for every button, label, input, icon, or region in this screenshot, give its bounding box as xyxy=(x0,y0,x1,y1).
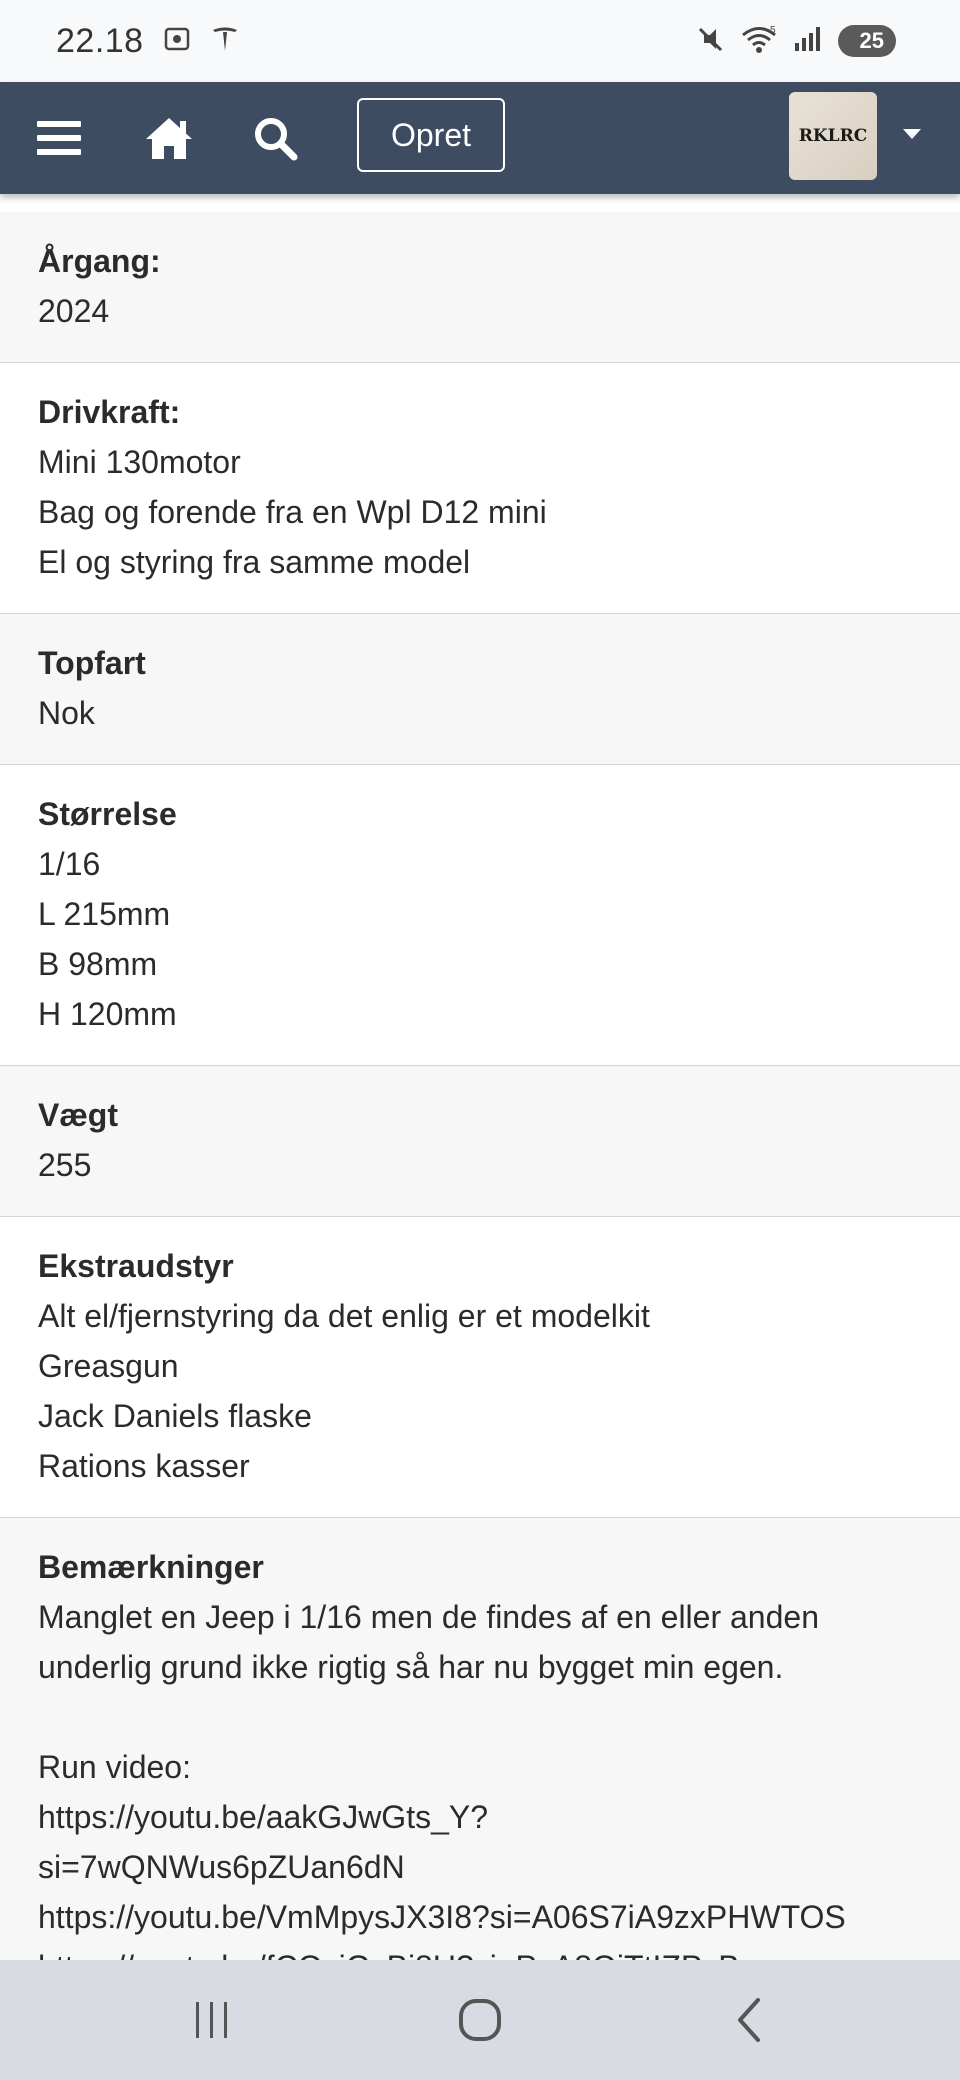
search-icon[interactable] xyxy=(244,82,306,194)
video-link[interactable]: https://youtu.be/aakGJwGts_Y? xyxy=(38,1792,922,1842)
section-label: Årgang: xyxy=(38,243,161,279)
section-value: 1/16 xyxy=(38,846,101,882)
section-top-speed: Topfart Nok xyxy=(0,614,960,765)
section-value: 2024 xyxy=(38,293,110,329)
screenshot-icon xyxy=(162,24,192,59)
avatar[interactable]: RKLRC xyxy=(789,92,877,180)
section-weight: Vægt 255 xyxy=(0,1066,960,1217)
section-value: Manglet en Jeep i 1/16 men de findes af … xyxy=(38,1599,819,1635)
top-navbar: Opret RKLRC xyxy=(0,82,960,194)
wifi-icon: 5 xyxy=(740,23,778,60)
svg-text:5: 5 xyxy=(770,25,776,36)
status-bar: 22.18 5 25 xyxy=(0,0,960,82)
section-remarks: Bemærkninger Manglet en Jeep i 1/16 men … xyxy=(0,1518,960,2018)
section-value: Mini 130motor xyxy=(38,444,241,480)
section-value: Rations kasser xyxy=(38,1448,250,1484)
mute-icon xyxy=(694,23,726,60)
section-value: Bag og forende fra en Wpl D12 mini xyxy=(38,494,547,530)
section-value: Greasgun xyxy=(38,1348,179,1384)
section-label: Topfart xyxy=(38,645,146,681)
section-extras: Ekstraudstyr Alt el/fjernstyring da det … xyxy=(0,1217,960,1518)
battery-indicator: 25 xyxy=(837,25,896,57)
signal-icon xyxy=(792,23,824,60)
section-value: Alt el/fjernstyring da det enlig er et m… xyxy=(38,1298,650,1334)
section-value: B 98mm xyxy=(38,946,158,982)
section-value: 255 xyxy=(38,1147,92,1183)
video-link[interactable]: https://youtu.be/VmMpysJX3I8?si=A06S7iA9… xyxy=(38,1892,922,1942)
system-nav-bar xyxy=(0,1960,960,2080)
hamburger-menu-icon[interactable] xyxy=(26,82,92,194)
section-drive: Drivkraft: Mini 130motor Bag og forende … xyxy=(0,363,960,614)
section-value: H 120mm xyxy=(38,996,177,1032)
home-icon[interactable] xyxy=(134,82,204,194)
video-link[interactable]: si=7wQNWus6pZUan6dN xyxy=(38,1842,922,1892)
section-value: El og styring fra samme model xyxy=(38,544,471,580)
section-year: Årgang: 2024 xyxy=(0,212,960,363)
section-value: L 215mm xyxy=(38,896,171,932)
recent-apps-icon[interactable] xyxy=(180,1960,244,2080)
section-label: Ekstraudstyr xyxy=(38,1248,234,1284)
section-value: underlig grund ikke rigtig så har nu byg… xyxy=(38,1649,784,1685)
section-label: Drivkraft: xyxy=(38,394,181,430)
chevron-down-icon[interactable] xyxy=(903,129,921,139)
details-list: Årgang: 2024 Drivkraft: Mini 130motor Ba… xyxy=(0,212,960,2018)
back-icon[interactable] xyxy=(718,1960,782,2080)
section-value: Jack Daniels flaske xyxy=(38,1398,312,1434)
avatar-logo-text: RKLRC xyxy=(798,126,868,146)
tesla-icon xyxy=(210,24,240,59)
section-value: Nok xyxy=(38,695,95,731)
section-label: Bemærkninger xyxy=(38,1549,264,1585)
section-label: Vægt xyxy=(38,1097,118,1133)
section-value: Run video: xyxy=(38,1749,191,1785)
status-time: 22.18 xyxy=(56,21,144,60)
section-label: Størrelse xyxy=(38,796,177,832)
home-circle-icon[interactable] xyxy=(448,1960,512,2080)
section-size: Størrelse 1/16 L 215mm B 98mm H 120mm xyxy=(0,765,960,1066)
create-button[interactable]: Opret xyxy=(357,98,505,172)
